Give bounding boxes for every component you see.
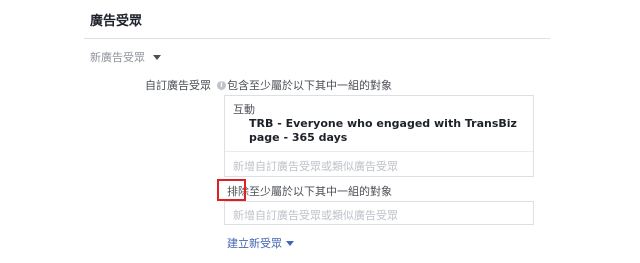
exclude-add-audience-input[interactable]: 新增自訂廣告受眾或類似廣告受眾 xyxy=(233,207,398,223)
include-audience-box: 互動 TRB - Everyone who engaged with Trans… xyxy=(224,95,534,177)
exclude-text: 排除至少屬於以下其中一組的對象 xyxy=(227,185,392,198)
custom-audience-row-label: 自訂廣告受眾 i xyxy=(145,77,226,93)
include-text: 包含至少屬於以下其中一組的對象 xyxy=(227,79,392,92)
section-divider xyxy=(84,38,550,39)
include-add-audience-input[interactable]: 新增自訂廣告受眾或類似廣告受眾 xyxy=(233,158,398,174)
exclude-audience-box: 新增自訂廣告受眾或類似廣告受眾 xyxy=(224,201,534,225)
selected-audience-item[interactable]: TRB - Everyone who engaged with TransBiz… xyxy=(249,117,519,145)
create-new-audience-label: 建立新受眾 xyxy=(227,237,282,250)
custom-audience-label: 自訂廣告受眾 xyxy=(145,79,211,92)
create-new-audience-link[interactable]: 建立新受眾 xyxy=(227,235,294,251)
info-icon[interactable]: i xyxy=(217,80,226,90)
caret-down-icon xyxy=(153,54,161,60)
caret-down-icon xyxy=(286,240,294,246)
audience-dropdown[interactable]: 新廣告受眾 xyxy=(90,49,161,65)
box-divider xyxy=(225,151,533,152)
section-title: 廣告受眾 xyxy=(90,14,143,29)
audience-dropdown-label: 新廣告受眾 xyxy=(90,51,145,64)
exclude-highlight-box xyxy=(217,179,246,201)
category-label: 互動 xyxy=(233,103,255,116)
